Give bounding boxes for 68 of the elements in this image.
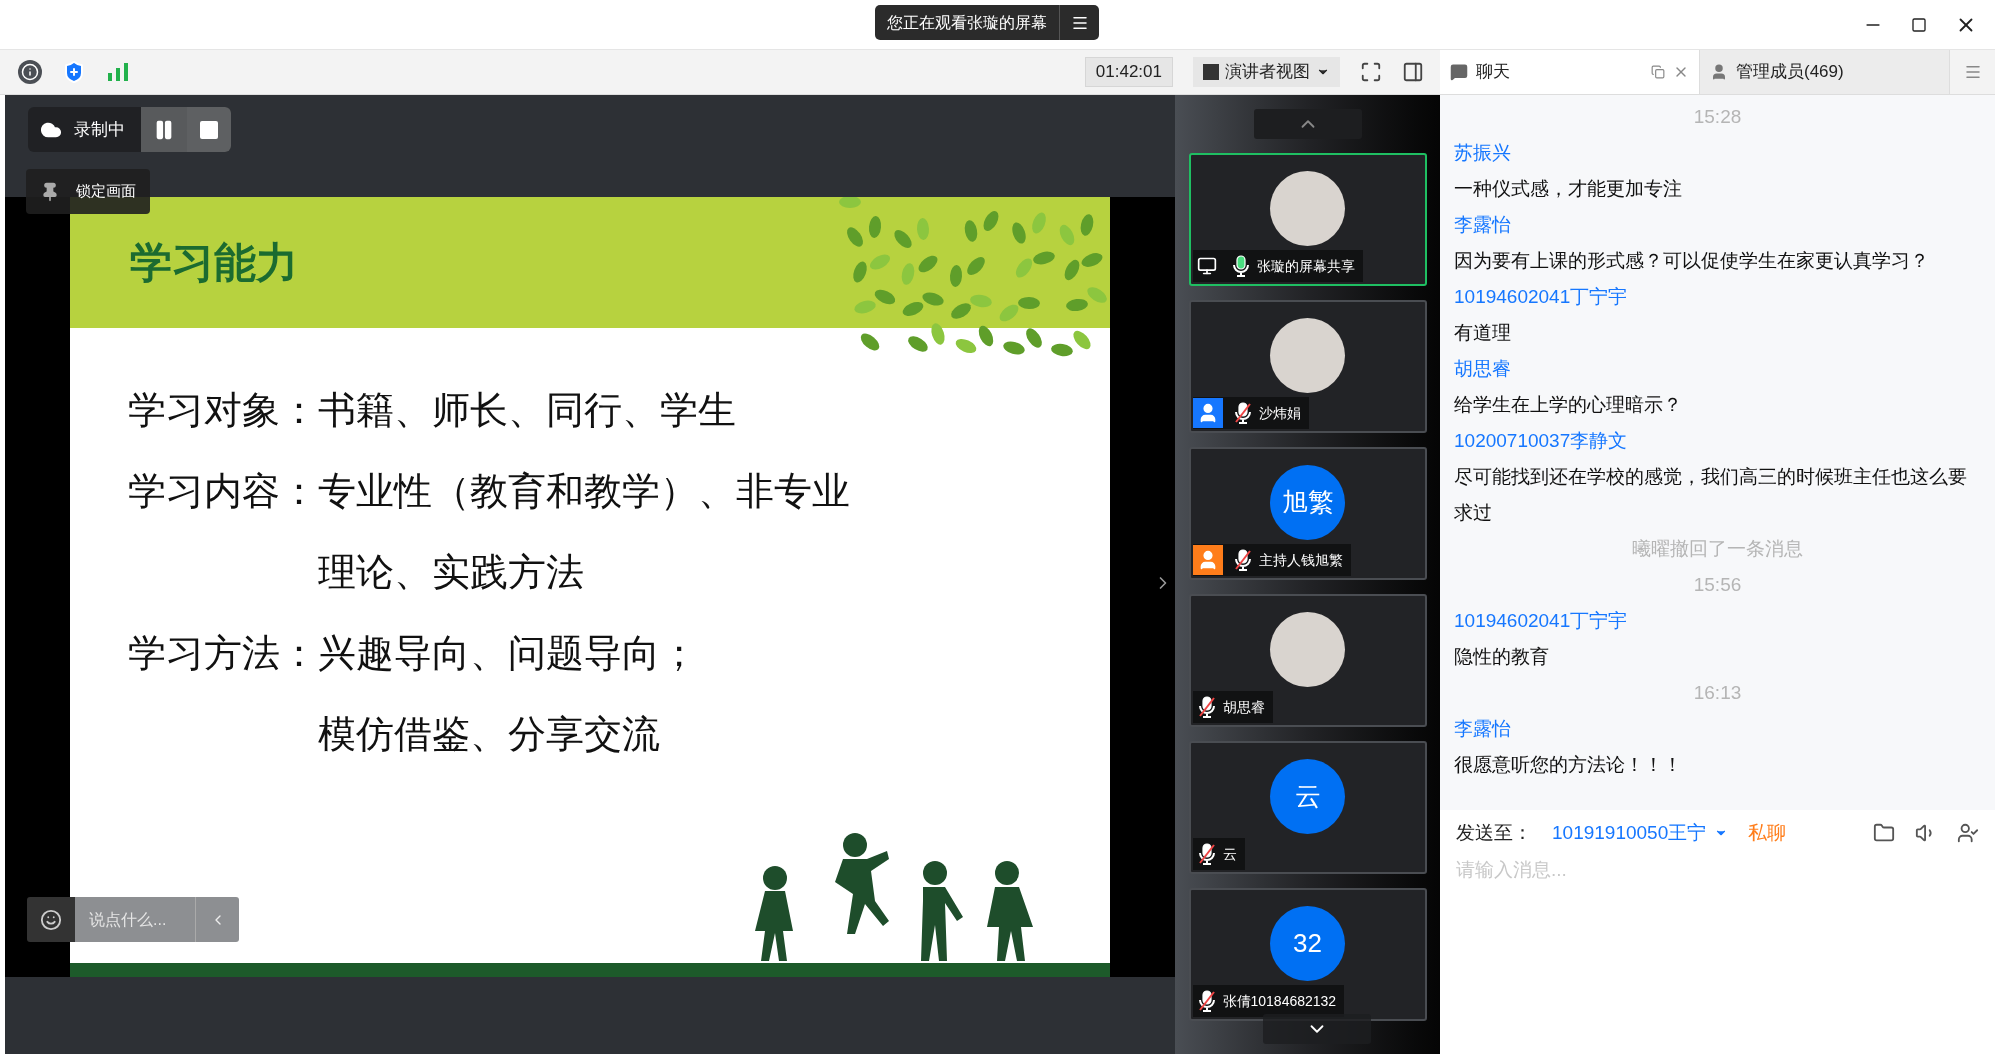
emoji-icon[interactable]: [27, 897, 75, 942]
folder-icon[interactable]: [1873, 822, 1895, 844]
avatar-initials: 云: [1270, 759, 1345, 834]
chat-message: 因为要有上课的形式感？可以促使学生在家更认真学习？: [1454, 249, 1930, 273]
pop-out-icon[interactable]: [1651, 65, 1665, 79]
side-tab[interactable]: 聊天: [1440, 50, 1700, 94]
slide-text: 模仿借鉴、分享交流: [318, 712, 661, 757]
participant-tile[interactable]: 云 云: [1188, 741, 1427, 874]
sender-name: 苏振兴: [1454, 141, 1512, 165]
sender-name: 胡思睿: [1454, 357, 1512, 381]
slide-text: 书籍、师长、同行、学生: [318, 388, 737, 433]
shield-icon[interactable]: [62, 60, 86, 84]
side-tab[interactable]: 管理成员(469): [1700, 50, 1950, 94]
slide-title: 学习能力: [130, 238, 298, 288]
slide-label: 学习方法：: [128, 631, 318, 676]
slide-text: 专业性（教育和教学）、非专业: [318, 469, 851, 514]
participant-tile[interactable]: 张璇的屏幕共享: [1188, 153, 1427, 286]
recipient-dropdown[interactable]: 10191910050王宁: [1552, 818, 1729, 848]
sender-name: 10194602041丁宁宇: [1454, 285, 1629, 309]
slide-text: 兴趣导向、问题导向；: [318, 631, 699, 676]
recording-status: 录制中: [74, 118, 126, 141]
info-icon[interactable]: [18, 60, 42, 84]
recall-notice: 曦曜撤回了一条消息: [1632, 537, 1803, 561]
slide-label: 学习对象：: [128, 388, 318, 433]
participant-tile[interactable]: 旭繁 主持人钱旭繁: [1188, 447, 1427, 580]
stop-button[interactable]: [187, 107, 231, 152]
sidebar-toggle-icon[interactable]: [1402, 61, 1424, 83]
chat-message: 给学生在上学的心理暗示？: [1454, 393, 1683, 417]
chat-message: 有道理: [1454, 321, 1512, 345]
participant-name: 沙炜娟: [1258, 403, 1301, 423]
sender-name: 李露怡: [1454, 717, 1512, 741]
fullscreen-icon[interactable]: [1360, 61, 1382, 83]
layout-icon: [1203, 64, 1219, 80]
comment-input[interactable]: 说点什么...: [75, 897, 195, 942]
chat-timestamp: 15:56: [1693, 573, 1742, 597]
pause-button[interactable]: [141, 107, 187, 152]
participant-name: 胡思睿: [1222, 697, 1265, 717]
send-to-label: 发送至：: [1456, 820, 1532, 845]
avatar-initials: 旭繁: [1270, 465, 1345, 540]
chat-timestamp: 15:28: [1693, 105, 1742, 129]
chat-message: 尽可能找到还在学校的感觉，我们高三的时候班主任也这么要求过: [1454, 465, 1968, 525]
chat-message: 很愿意听您的方法论！！！: [1454, 753, 1683, 777]
banner-text: 您正在观看张璇的屏幕: [887, 12, 1048, 33]
participant-name: 张璇的屏幕共享: [1256, 256, 1355, 276]
participant-name: 张倩10184682132: [1222, 991, 1337, 1011]
participant-tile[interactable]: 沙炜娟: [1188, 300, 1427, 433]
chat-message: 隐性的教育: [1454, 645, 1550, 669]
chat-message: 一种仪式感，才能更加专注: [1454, 177, 1683, 201]
slide-text: 理论、实践方法: [318, 550, 585, 595]
sender-name: 10200710037李静文: [1454, 429, 1629, 453]
avatar-initials: 32: [1270, 906, 1345, 981]
participant-tile[interactable]: 32 张倩10184682132: [1188, 888, 1427, 1021]
slide-label: 学习内容：: [128, 469, 318, 514]
user-check-icon[interactable]: [1957, 822, 1979, 844]
user-icon: [1710, 63, 1728, 81]
sender-name: 李露怡: [1454, 213, 1512, 237]
meeting-timer: 01:42:01: [1084, 57, 1173, 87]
participant-name: 云: [1222, 844, 1237, 864]
chat-icon: [1450, 63, 1468, 81]
sender-name: 10194602041丁宁宇: [1454, 609, 1629, 633]
pin-icon: [40, 181, 60, 202]
view-mode-dropdown[interactable]: 演讲者视图: [1193, 57, 1340, 87]
participant-name: 主持人钱旭繁: [1258, 550, 1343, 570]
participant-tile[interactable]: 胡思睿: [1188, 594, 1427, 727]
signal-icon[interactable]: [106, 61, 130, 83]
maximize-icon[interactable]: [1911, 16, 1927, 33]
lock-screen-button[interactable]: 锁定画面: [26, 169, 150, 214]
chat-timestamp: 16:13: [1693, 681, 1742, 705]
